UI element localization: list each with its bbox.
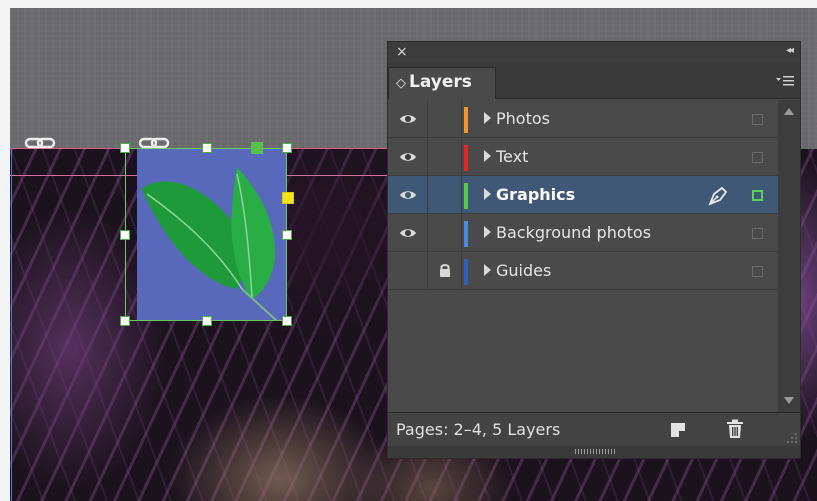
expand-triangle-icon[interactable]: [484, 226, 491, 238]
selection-indicator[interactable]: [752, 114, 763, 125]
layer-name[interactable]: Background photos: [496, 223, 651, 243]
resize-handle-bottom-center[interactable]: [202, 316, 212, 326]
visibility-toggle[interactable]: [388, 252, 428, 290]
pen-icon: [708, 186, 728, 206]
eye-icon: [400, 191, 416, 199]
trash-icon[interactable]: [726, 419, 744, 439]
layer-name[interactable]: Text: [496, 147, 528, 167]
layers-panel: × ◂◂ ◇ Layers Photos Text Graphics Backg…: [387, 41, 801, 459]
expand-triangle-icon[interactable]: [484, 188, 491, 200]
lock-icon: [440, 264, 450, 277]
layer-color-chip: [464, 183, 468, 209]
eye-icon: [400, 115, 416, 123]
chain-link-icon[interactable]: [138, 135, 172, 151]
selection-indicator[interactable]: [752, 228, 763, 239]
eye-icon: [400, 229, 416, 237]
layer-name[interactable]: Guides: [496, 261, 551, 281]
visibility-toggle[interactable]: [388, 100, 428, 138]
selection-bounding-box[interactable]: [125, 148, 287, 321]
scroll-up-arrow-icon[interactable]: [784, 108, 794, 115]
live-corner-handle[interactable]: [282, 192, 294, 204]
content-grabber-handle[interactable]: [251, 142, 263, 154]
layer-color-chip: [464, 107, 468, 133]
lock-toggle[interactable]: [428, 100, 462, 138]
selection-indicator[interactable]: [752, 190, 763, 201]
resize-grip-icon[interactable]: [786, 432, 798, 444]
layer-list-scrollbar[interactable]: [778, 100, 800, 412]
panel-titlebar[interactable]: × ◂◂: [388, 42, 800, 62]
selection-indicator[interactable]: [752, 266, 763, 277]
panel-menu-icon[interactable]: [776, 75, 794, 89]
selection-indicator[interactable]: [752, 152, 763, 163]
resize-handle-bottom-left[interactable]: [120, 316, 130, 326]
tab-chevron-icon: ◇: [396, 76, 406, 91]
visibility-toggle[interactable]: [388, 138, 428, 176]
tab-layers[interactable]: ◇ Layers: [388, 67, 496, 99]
layer-name[interactable]: Graphics: [496, 185, 575, 205]
expand-triangle-icon[interactable]: [484, 264, 491, 276]
resize-handle-top-center[interactable]: [202, 143, 212, 153]
panel-resize-bar[interactable]: [388, 446, 800, 458]
lock-toggle[interactable]: [428, 138, 462, 176]
collapse-panel-icon[interactable]: ◂◂: [786, 45, 794, 56]
expand-triangle-icon[interactable]: [484, 150, 491, 162]
layer-color-chip: [464, 145, 468, 171]
scroll-down-arrow-icon[interactable]: [784, 397, 794, 404]
layer-row-graphics[interactable]: Graphics: [388, 176, 778, 214]
new-layer-icon[interactable]: [670, 422, 686, 438]
layer-count-status: Pages: 2–4, 5 Layers: [396, 420, 561, 439]
panel-tab-bar: ◇ Layers: [388, 62, 800, 99]
resize-handle-middle-right[interactable]: [282, 230, 292, 240]
tab-layers-label: Layers: [409, 72, 472, 92]
lock-toggle[interactable]: [428, 176, 462, 214]
chain-link-icon[interactable]: [24, 135, 58, 151]
close-icon[interactable]: ×: [396, 44, 408, 60]
resize-handle-middle-left[interactable]: [120, 230, 130, 240]
lock-toggle[interactable]: [428, 252, 462, 290]
layer-row-photos[interactable]: Photos: [388, 100, 778, 138]
grip-lines: [575, 449, 615, 454]
lock-toggle[interactable]: [428, 214, 462, 252]
layer-list: Photos Text Graphics Background photos G…: [388, 100, 778, 412]
expand-triangle-icon[interactable]: [484, 112, 491, 124]
layer-row-guides[interactable]: Guides: [388, 252, 778, 290]
eye-icon: [400, 153, 416, 161]
resize-handle-bottom-right[interactable]: [282, 316, 292, 326]
layer-color-chip: [464, 221, 468, 247]
visibility-toggle[interactable]: [388, 176, 428, 214]
visibility-toggle[interactable]: [388, 214, 428, 252]
resize-handle-top-left[interactable]: [120, 143, 130, 153]
left-column-guide[interactable]: [11, 148, 12, 501]
layer-row-background-photos[interactable]: Background photos: [388, 214, 778, 252]
layer-row-text[interactable]: Text: [388, 138, 778, 176]
layer-name[interactable]: Photos: [496, 109, 550, 129]
layer-color-chip: [464, 259, 468, 285]
resize-handle-top-right[interactable]: [282, 143, 292, 153]
panel-footer: Pages: 2–4, 5 Layers: [388, 412, 800, 446]
